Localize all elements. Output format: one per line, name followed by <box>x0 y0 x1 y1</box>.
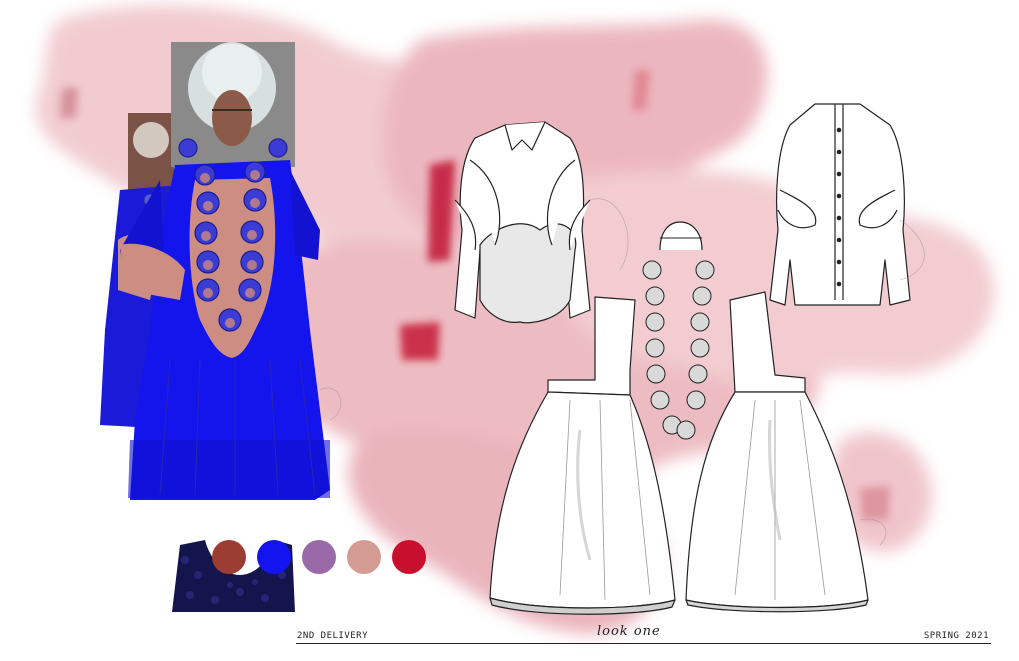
mood-board: 2ND DELIVERY look one SPRING 2021 <box>0 0 1019 661</box>
color-swatch <box>257 540 291 574</box>
delivery-label: 2ND DELIVERY <box>297 631 369 641</box>
color-swatch <box>302 540 336 574</box>
look-label: look one <box>597 624 661 639</box>
season-label: SPRING 2021 <box>923 631 989 641</box>
color-swatch <box>212 540 246 574</box>
palette-area <box>172 540 426 612</box>
color-swatches <box>212 540 426 574</box>
color-swatch <box>392 540 426 574</box>
color-swatch <box>347 540 381 574</box>
footer-rule <box>296 643 991 644</box>
